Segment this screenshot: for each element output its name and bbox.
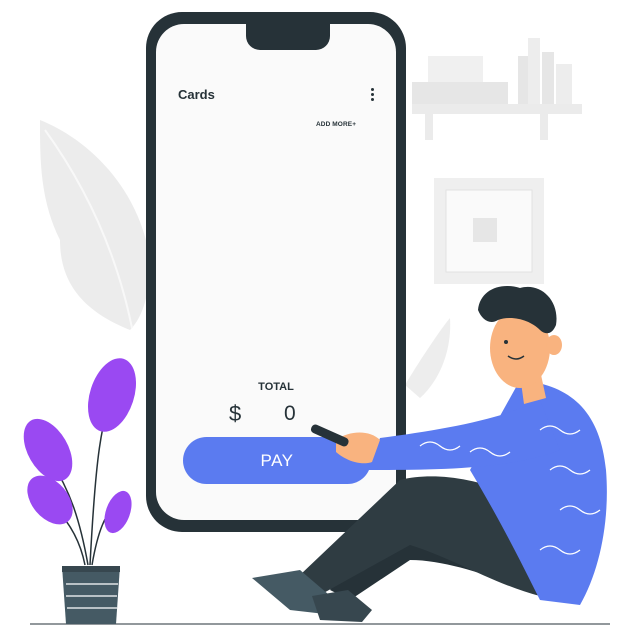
man-figure: [252, 286, 607, 622]
ear: [546, 335, 562, 355]
plant-icon: [23, 358, 136, 624]
shoe-right: [312, 590, 372, 622]
handheld-phone: [310, 424, 349, 447]
eye: [504, 340, 508, 344]
illustration-scene: Cards ADD MORE+ TOTAL $ 0 PAY: [0, 0, 640, 640]
foreground-art: [23, 286, 607, 624]
